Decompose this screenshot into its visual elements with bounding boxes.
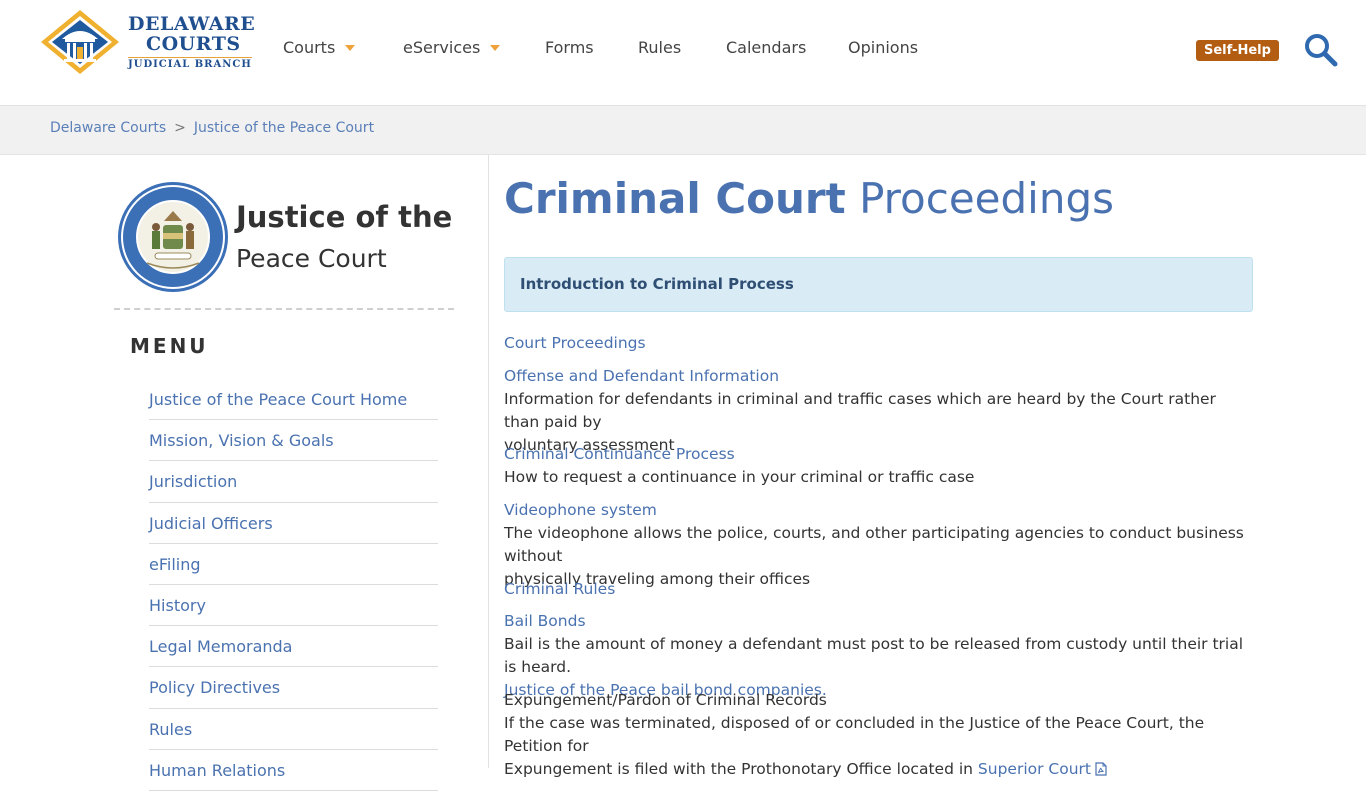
videophone-link[interactable]: Videophone system: [504, 499, 1244, 522]
expungement-description-2: Expungement is filed with the Prothonota…: [504, 760, 973, 778]
courthouse-logo-icon: [41, 10, 119, 74]
menu-heading: MENU: [130, 334, 209, 358]
nav-opinions[interactable]: Opinions: [848, 38, 918, 57]
continuance-description: How to request a continuance in your cri…: [504, 468, 975, 486]
nav-calendars[interactable]: Calendars: [726, 38, 806, 57]
court-proceedings-section: Court Proceedings: [504, 332, 1244, 355]
caret-down-icon: [345, 44, 356, 51]
sidebar-menu: Justice of the Peace Court Home Mission,…: [149, 379, 438, 791]
court-title-line1: Justice of the: [236, 200, 453, 234]
nav-eservices[interactable]: eServices: [403, 38, 501, 57]
pdf-file-icon: [1095, 762, 1107, 776]
offense-defendant-link[interactable]: Offense and Defendant Information: [504, 365, 1244, 388]
breadcrumb-bar: Delaware Courts > Justice of the Peace Cou…: [0, 106, 1366, 155]
criminal-rules-link[interactable]: Criminal Rules: [504, 580, 615, 598]
breadcrumb-justice-of-the-peace[interactable]: Justice of the Peace Court: [194, 120, 374, 136]
intro-panel[interactable]: Introduction to Criminal Process: [504, 257, 1253, 312]
logo-text-judicial-branch: JUDICIAL BRANCH: [128, 57, 252, 70]
expungement-description-2-row: Expungement is filed with the Prothonota…: [504, 758, 1244, 781]
court-seal-icon: [118, 182, 228, 292]
videophone-description-1: The videophone allows the police, courts…: [504, 524, 1244, 565]
site-header: DELAWARE COURTS JUDICIAL BRANCH Courts e…: [0, 0, 1366, 106]
sidebar-item-human-relations[interactable]: Human Relations: [149, 750, 438, 791]
sidebar-item-history[interactable]: History: [149, 585, 438, 627]
continuance-section: Criminal Continuance Process How to requ…: [504, 443, 1244, 489]
page-title-rest: Proceedings: [859, 174, 1114, 223]
sidebar-item-judicial-officers[interactable]: Judicial Officers: [149, 503, 438, 544]
breadcrumb-delaware-courts[interactable]: Delaware Courts: [50, 120, 166, 136]
expungement-heading: Expungement/Pardon of Criminal Records: [504, 691, 827, 709]
logo-text-delaware: DELAWARE: [128, 13, 256, 35]
superior-court-label: Superior Court: [977, 760, 1091, 778]
superior-court-link[interactable]: Superior Court: [978, 760, 1107, 778]
sidebar-item-legal-memoranda[interactable]: Legal Memoranda: [149, 626, 438, 668]
nav-rules[interactable]: Rules: [638, 38, 681, 57]
expungement-section: Expungement/Pardon of Criminal Records I…: [504, 689, 1244, 781]
sidebar-item-rules[interactable]: Rules: [149, 709, 438, 750]
nav-courts-label: Courts: [283, 38, 336, 57]
bail-bonds-link[interactable]: Bail Bonds: [504, 610, 1244, 633]
nav-eservices-label: eServices: [403, 38, 481, 57]
caret-down-icon: [490, 44, 501, 51]
bail-description: Bail is the amount of money a defendant …: [504, 635, 1244, 676]
court-proceedings-link[interactable]: Court Proceedings: [504, 334, 646, 352]
offense-description-1: Information for defendants in criminal a…: [504, 390, 1216, 431]
breadcrumb: Delaware Courts > Justice of the Peace Cou…: [50, 120, 374, 136]
page-title-bold: Criminal Court: [504, 174, 846, 223]
search-icon[interactable]: [1304, 33, 1338, 67]
nav-forms[interactable]: Forms: [545, 38, 594, 57]
page-title: Criminal Court Proceedings: [504, 174, 1114, 223]
sidebar-item-policy-directives[interactable]: Policy Directives: [149, 667, 438, 709]
delaware-courts-logo[interactable]: DELAWARE COURTS JUDICIAL BRANCH: [40, 9, 256, 75]
sidebar-item-efiling[interactable]: eFiling: [149, 544, 438, 585]
logo-text-courts: COURTS: [146, 33, 241, 55]
continuance-link[interactable]: Criminal Continuance Process: [504, 443, 1244, 466]
sidebar-item-jurisdiction[interactable]: Jurisdiction: [149, 461, 438, 503]
breadcrumb-separator: >: [174, 120, 186, 136]
column-divider: [488, 155, 489, 768]
sidebar-divider: [114, 308, 454, 310]
expungement-description-1: If the case was terminated, disposed of …: [504, 714, 1205, 755]
self-help-button[interactable]: Self-Help: [1196, 40, 1279, 61]
sidebar-item-home[interactable]: Justice of the Peace Court Home: [149, 379, 438, 421]
sidebar-item-mission[interactable]: Mission, Vision & Goals: [149, 420, 438, 462]
nav-courts[interactable]: Courts: [283, 38, 356, 57]
intro-panel-title: Introduction to Criminal Process: [520, 275, 794, 293]
court-title-line2: Peace Court: [236, 244, 387, 273]
criminal-rules-section: Criminal Rules: [504, 578, 1244, 601]
